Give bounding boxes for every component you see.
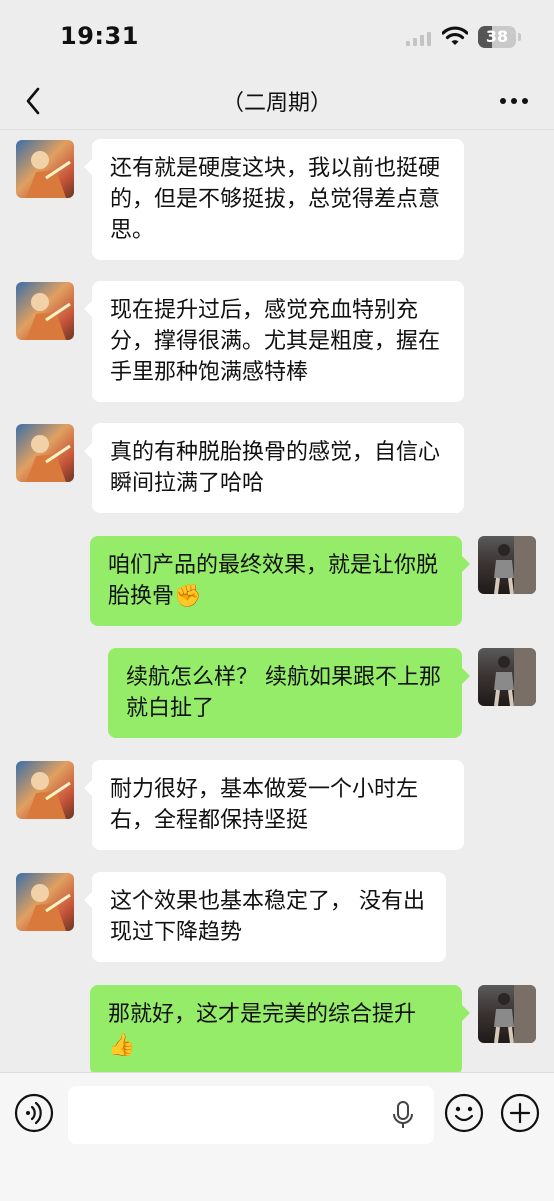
battery-icon: 38 [478, 26, 516, 48]
my-avatar[interactable] [478, 536, 536, 594]
battery-cap [518, 33, 521, 41]
fist-emoji-icon: ✊ [174, 584, 202, 609]
incoming-message-bubble[interactable]: 还有就是硬度这块，我以前也挺硬的，但是不够挺拔，总觉得差点意思。 [84, 139, 464, 260]
chat-header: （二周期） [0, 75, 554, 127]
plus-icon[interactable] [500, 1093, 540, 1133]
contact-avatar[interactable] [16, 873, 74, 931]
outgoing-message-bubble[interactable]: 续航怎么样？ 续航如果跟不上那就白扯了 [108, 648, 470, 738]
cellular-signal-icon [406, 32, 431, 46]
contact-avatar[interactable] [16, 282, 74, 340]
chat-input-bar [0, 1072, 554, 1201]
outgoing-message-bubble[interactable]: 咱们产品的最终效果，就是让你脱胎换骨✊ [90, 536, 470, 626]
incoming-message-bubble[interactable]: 现在提升过后，感觉充血特别充分，撑得很满。尤其是粗度，握在手里那种饱满感特棒 [84, 281, 464, 402]
header-divider [0, 129, 554, 130]
chat-title: （二周期） [221, 91, 332, 116]
thumbs-up-emoji-icon: 👍 [108, 1033, 136, 1058]
mic-icon[interactable] [392, 1101, 414, 1129]
emoji-icon[interactable] [444, 1093, 484, 1133]
status-time: 19:31 [60, 22, 139, 50]
my-avatar[interactable] [478, 648, 536, 706]
wifi-icon [442, 26, 468, 45]
message-text: 咱们产品的最终效果，就是让你脱胎换骨 [108, 553, 439, 609]
message-text: 那就好，这才是完美的综合提升 [108, 1002, 417, 1027]
contact-avatar[interactable] [16, 761, 74, 819]
contact-avatar[interactable] [16, 424, 74, 482]
outgoing-message-bubble[interactable]: 那就好，这才是完美的综合提升 👍 [90, 985, 470, 1075]
battery-level: 38 [485, 27, 509, 46]
incoming-message-bubble[interactable]: 这个效果也基本稳定了， 没有出现过下降趋势 [84, 872, 446, 962]
voice-icon[interactable] [14, 1093, 54, 1133]
my-avatar[interactable] [478, 985, 536, 1043]
incoming-message-bubble[interactable]: 耐力很好，基本做爱一个小时左右，全程都保持坚挺 [84, 760, 464, 850]
status-bar: 19:31 38 [0, 0, 554, 75]
more-dots-icon[interactable] [496, 87, 532, 115]
message-input[interactable] [68, 1086, 434, 1144]
incoming-message-bubble[interactable]: 真的有种脱胎换骨的感觉，自信心瞬间拉满了哈哈 [84, 423, 464, 513]
contact-avatar[interactable] [16, 140, 74, 198]
